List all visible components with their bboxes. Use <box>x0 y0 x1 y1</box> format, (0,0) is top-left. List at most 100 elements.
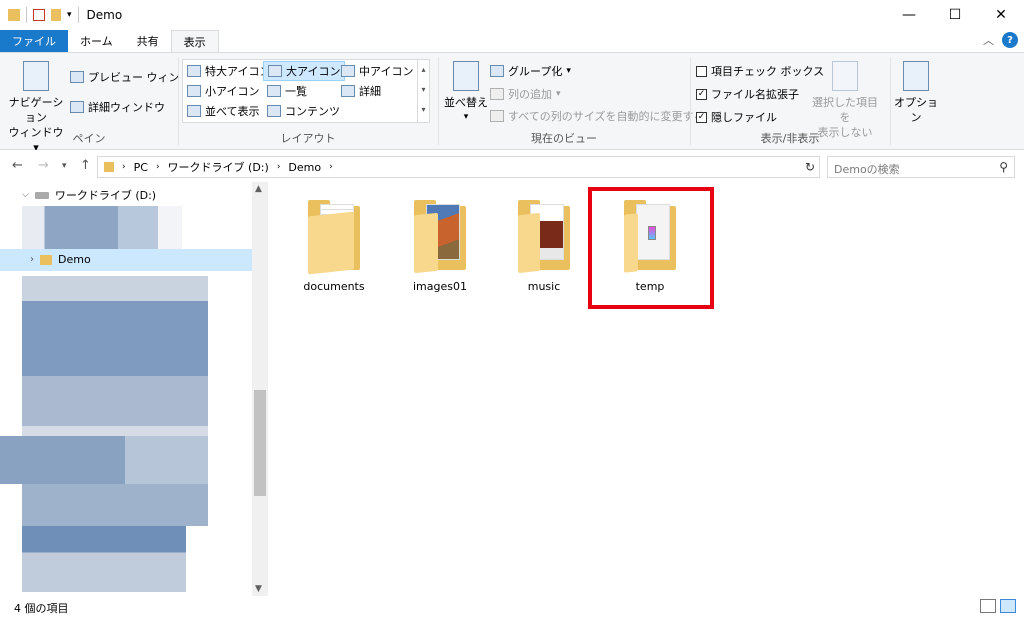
layout-small-icons[interactable]: 小アイコン <box>187 83 259 99</box>
hide-selected-button[interactable]: 選択した項目を 表示しない <box>808 61 882 140</box>
new-folder-icon[interactable] <box>51 9 61 21</box>
folder-item-images01[interactable]: images01 <box>390 196 490 293</box>
folder-label: music <box>527 280 561 293</box>
tab-home[interactable]: ホーム <box>68 30 125 52</box>
breadcrumb-separator[interactable]: › <box>156 162 160 172</box>
breadcrumb-separator[interactable]: › <box>329 162 333 172</box>
close-button[interactable]: ✕ <box>978 0 1024 30</box>
ribbon: ナビゲーション ウィンドウ ▾ プレビュー ウィンドウ 詳細ウィンドウ ペイン … <box>0 52 1024 154</box>
group-pane: ナビゲーション ウィンドウ ▾ プレビュー ウィンドウ 詳細ウィンドウ ペイン <box>0 53 202 154</box>
details-view-icon[interactable] <box>980 599 996 613</box>
layout-large-icons[interactable]: 大アイコン <box>263 61 346 81</box>
sort-button[interactable]: 並べ替え ▾ <box>442 61 490 125</box>
button-label: 並べ替え <box>444 96 488 109</box>
large-icons-view-icon[interactable] <box>1000 599 1016 613</box>
medium-icons-icon <box>341 65 355 77</box>
back-arrow-icon[interactable]: ← <box>12 158 23 173</box>
highlight-box <box>588 187 714 309</box>
layout-extra-large-icons[interactable]: 特大アイコン <box>187 63 270 79</box>
option-label: コンテンツ <box>285 105 340 118</box>
blurred-region <box>0 436 208 484</box>
option-label: 隠しファイル <box>711 111 777 124</box>
button-label: オプション <box>894 96 938 124</box>
breadcrumb-separator[interactable]: › <box>122 162 126 172</box>
minimize-button[interactable]: — <box>886 0 932 30</box>
tab-file[interactable]: ファイル <box>0 30 68 52</box>
gallery-scroll[interactable]: ▴ ▾ ▾ <box>417 60 429 122</box>
tab-share[interactable]: 共有 <box>125 30 171 52</box>
tab-view[interactable]: 表示 <box>170 30 219 52</box>
size-columns-icon <box>490 110 504 122</box>
group-by-icon <box>490 65 504 77</box>
layout-details[interactable]: 詳細 <box>341 83 381 99</box>
properties-icon[interactable] <box>33 9 45 21</box>
folder-label: documents <box>303 280 365 293</box>
navigation-scrollbar[interactable]: ▲ ▼ <box>252 182 268 596</box>
file-extensions-toggle[interactable]: ✓ ファイル名拡張子 <box>696 86 799 102</box>
layout-medium-icons[interactable]: 中アイコン <box>341 63 413 79</box>
large-icons-icon <box>268 65 282 77</box>
details-pane-button[interactable]: 詳細ウィンドウ <box>70 99 165 115</box>
item-checkboxes-toggle[interactable]: 項目チェック ボックス <box>696 63 824 79</box>
window-title: Demo <box>86 8 123 22</box>
button-label: ナビゲーション <box>8 96 64 124</box>
preview-pane-icon <box>70 71 84 83</box>
file-list: documents images01 music temp <box>268 182 1024 596</box>
layout-list[interactable]: 一覧 <box>267 83 307 99</box>
option-label: 並べて表示 <box>205 105 260 118</box>
hide-selected-icon <box>832 61 858 91</box>
group-label: ペイン <box>72 132 106 145</box>
option-label: ファイル名拡張子 <box>711 88 799 101</box>
details-icon <box>341 85 355 97</box>
add-columns-button[interactable]: 列の追加 ▾ <box>490 86 561 102</box>
add-columns-icon <box>490 88 504 100</box>
folder-icon <box>304 196 364 275</box>
breadcrumb-drive[interactable]: ワークドライブ (D:) <box>168 159 269 175</box>
refresh-icon[interactable]: ↻ <box>805 160 815 174</box>
tree-item-demo[interactable]: › Demo <box>30 253 91 266</box>
tree-item-drive[interactable]: ⌵ ワークドライブ (D:) <box>22 187 156 203</box>
checkbox-checked[interactable]: ✓ <box>696 111 707 123</box>
option-label: 特大アイコン <box>205 65 271 78</box>
chevron-right-icon[interactable]: › <box>30 254 34 265</box>
navigation-pane-icon <box>23 61 49 91</box>
item-count: 4 個の項目 <box>14 602 69 615</box>
extra-large-icons-icon <box>187 65 201 77</box>
checkbox[interactable] <box>696 65 707 77</box>
folder-item-documents[interactable]: documents <box>284 196 384 293</box>
search-input[interactable]: Demoの検索 ⚲ <box>827 156 1015 178</box>
layout-content[interactable]: コンテンツ <box>267 103 340 119</box>
breadcrumb-separator[interactable]: › <box>277 162 281 172</box>
checkbox-checked[interactable]: ✓ <box>696 88 707 100</box>
options-button[interactable]: オプション <box>892 61 940 125</box>
group-show-hide: 項目チェック ボックス ✓ ファイル名拡張子 ✓ 隠しファイル 選択した項目を … <box>690 53 890 149</box>
up-arrow-icon[interactable]: ↑ <box>80 158 91 173</box>
option-label: 中アイコン <box>359 65 414 78</box>
recent-locations-icon[interactable]: ▾ <box>62 161 67 171</box>
breadcrumb-pc[interactable]: PC <box>134 161 148 174</box>
breadcrumb-demo[interactable]: Demo <box>288 161 321 174</box>
scrollbar-thumb[interactable] <box>254 390 266 496</box>
folder-icon <box>514 196 574 274</box>
small-icons-icon <box>187 85 201 97</box>
chevron-down-icon: ▾ <box>566 66 571 76</box>
scroll-down-icon[interactable]: ▼ <box>255 584 262 594</box>
address-bar[interactable]: › PC › ワークドライブ (D:) › Demo › ↻ <box>97 156 820 178</box>
group-by-button[interactable]: グループ化 ▾ <box>490 63 571 79</box>
tiles-icon <box>187 105 201 117</box>
size-all-columns-button[interactable]: すべての列のサイズを自動的に変更する <box>490 108 704 124</box>
button-label: 選択した項目を <box>812 96 878 124</box>
group-label: 現在のビュー <box>531 132 597 145</box>
scroll-up-icon[interactable]: ▲ <box>255 184 262 194</box>
folder-icon <box>8 9 20 21</box>
help-icon[interactable]: ? <box>1002 32 1018 48</box>
search-icon: ⚲ <box>999 160 1008 174</box>
layout-tiles[interactable]: 並べて表示 <box>187 103 260 119</box>
hidden-items-toggle[interactable]: ✓ 隠しファイル <box>696 109 777 125</box>
folder-item-music[interactable]: music <box>494 196 594 293</box>
collapse-ribbon-icon[interactable]: ︿ <box>983 32 994 48</box>
maximize-button[interactable]: ☐ <box>932 0 978 30</box>
chevron-down-icon[interactable]: ⌵ <box>22 190 29 200</box>
forward-arrow-icon[interactable]: → <box>38 158 49 173</box>
chevron-down-icon[interactable]: ▾ <box>67 10 72 20</box>
